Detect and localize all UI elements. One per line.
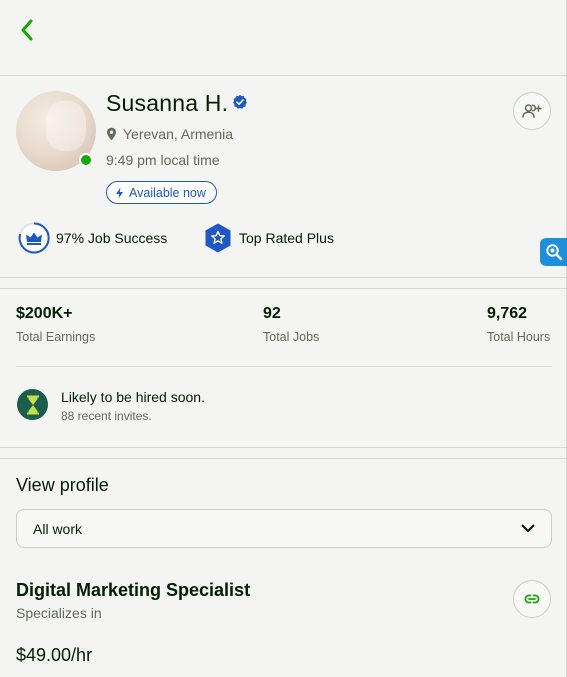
work-filter-select[interactable]: All work bbox=[16, 509, 552, 548]
total-hours-label: Total Hours bbox=[487, 330, 551, 344]
follow-button[interactable] bbox=[513, 92, 551, 130]
map-pin-icon bbox=[107, 127, 116, 141]
available-now-badge: Available now bbox=[106, 181, 217, 204]
work-filter-value: All work bbox=[33, 520, 83, 537]
link-icon bbox=[524, 594, 540, 604]
job-success-label: 97% Job Success bbox=[56, 230, 168, 246]
stat-total-jobs: 92 Total Jobs bbox=[263, 305, 319, 344]
hourly-rate: $49.00/hr bbox=[16, 645, 93, 665]
specialty-title: Digital Marketing Specialist bbox=[16, 580, 251, 600]
total-earnings-label: Total Earnings bbox=[16, 330, 96, 344]
location-text: Yerevan, Armenia bbox=[123, 126, 233, 142]
total-jobs-value: 92 bbox=[263, 305, 281, 322]
total-earnings-value: $200K+ bbox=[16, 305, 73, 322]
location-row: Yerevan, Armenia bbox=[106, 126, 233, 142]
hire-status-title: Likely to be hired soon. bbox=[61, 389, 205, 405]
specialty-subtitle: Specializes in bbox=[16, 605, 102, 621]
avatar-highlight bbox=[46, 101, 86, 151]
stats-divider bbox=[16, 366, 552, 367]
online-status-dot bbox=[79, 153, 93, 167]
crown-icon bbox=[18, 222, 50, 254]
copy-link-button[interactable] bbox=[513, 580, 551, 618]
name-row: Susanna H. bbox=[106, 90, 248, 117]
verified-badge-icon bbox=[233, 94, 248, 109]
hourglass-icon bbox=[26, 395, 39, 414]
back-button[interactable] bbox=[16, 16, 40, 44]
top-bar bbox=[0, 0, 567, 76]
total-hours-value: 9,762 bbox=[487, 305, 528, 322]
star-shield-icon bbox=[205, 223, 231, 253]
total-jobs-label: Total Jobs bbox=[263, 330, 320, 344]
chevron-down-icon bbox=[521, 524, 535, 532]
add-user-icon bbox=[522, 104, 542, 118]
side-tool-button[interactable] bbox=[540, 238, 567, 266]
search-zoom-icon bbox=[546, 244, 563, 261]
stat-total-hours: 9,762 Total Hours bbox=[487, 305, 550, 344]
stat-total-earnings: $200K+ Total Earnings bbox=[16, 305, 95, 344]
lightning-icon bbox=[116, 187, 123, 198]
freelancer-name: Susanna H. bbox=[106, 90, 229, 116]
local-time: 9:49 pm local time bbox=[106, 152, 220, 168]
top-rated-label: Top Rated Plus bbox=[239, 230, 334, 246]
availability-label: Available now bbox=[129, 185, 206, 200]
job-success-badge[interactable]: 97% Job Success bbox=[18, 222, 167, 254]
hire-status-subtitle: 88 recent invites. bbox=[61, 409, 152, 423]
hire-status-icon bbox=[17, 389, 48, 420]
view-profile-title: View profile bbox=[16, 475, 109, 495]
chevron-left-icon bbox=[21, 19, 33, 41]
top-rated-badge[interactable]: Top Rated Plus bbox=[203, 222, 334, 254]
